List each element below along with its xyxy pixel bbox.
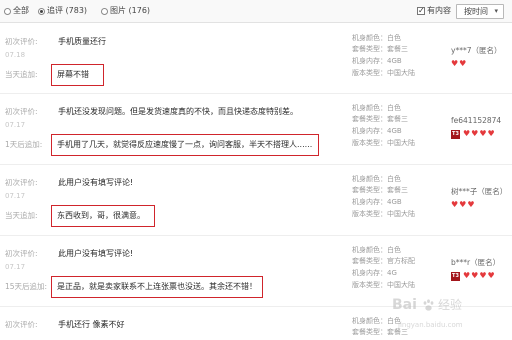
reviewer-name: b***r（匿名）: [451, 258, 501, 267]
credit-heart-icon: ♥: [451, 59, 459, 68]
first-review-text: 手机还行 像素不好: [58, 320, 125, 329]
credit-heart-icon: ♥: [459, 200, 467, 209]
first-review-label: 初次评价:: [5, 249, 38, 258]
sku-attr-package: 套餐类型：官方标配: [352, 257, 415, 265]
reviewer-credit: ♥ ♥ ♥: [451, 200, 475, 210]
radio-circle-icon: [101, 7, 108, 15]
first-review-label: 初次评价:: [5, 178, 38, 187]
sku-attr-version: 版本类型：中国大陆: [352, 281, 415, 289]
filter-append-label: 追评 (783): [47, 6, 88, 15]
filter-all-radio[interactable]: 全部: [4, 5, 29, 17]
chevron-down-icon: ▾: [494, 7, 498, 15]
checkmark-icon: ✓: [418, 6, 425, 15]
credit-heart-icon: ♥: [463, 129, 471, 138]
first-review-label: 初次评价:: [5, 37, 38, 46]
first-review-label: 初次评价:: [5, 107, 38, 116]
watermark-product: 经验: [438, 298, 463, 312]
credit-heart-icon: ♥: [471, 271, 479, 280]
filter-append-radio[interactable]: 追评 (783): [38, 5, 87, 17]
has-content-label[interactable]: 有内容: [427, 5, 451, 17]
review-date: 07.18: [5, 51, 26, 59]
filter-image-radio[interactable]: 图片 (176): [101, 5, 150, 17]
sort-dropdown-value: 按时间: [464, 7, 488, 16]
review-date: 07.17: [5, 263, 26, 271]
credit-heart-icon: ♥: [463, 271, 471, 280]
append-review-highlight: 是正品，就是卖家联系不上连张票也没送。其余还不错！: [51, 276, 263, 298]
sort-dropdown[interactable]: 按时间 ▾: [456, 4, 504, 19]
reviewer-credit: T3 ♥ ♥ ♥ ♥: [451, 129, 495, 139]
credit-heart-icon: ♥: [487, 129, 495, 138]
sku-attr-memory: 机身内存：4GB: [352, 127, 402, 135]
reviewer-name: 树***子（匿名）: [451, 187, 508, 196]
sku-attr-package: 套餐类型：套餐三: [352, 186, 408, 194]
review-date: 07.17: [5, 192, 26, 200]
append-review-label: 1天后追加:: [5, 140, 43, 149]
reviewer-name: fe641152874: [451, 116, 502, 125]
append-review-highlight: 屏幕不错: [51, 64, 104, 86]
radio-circle-icon: [4, 7, 11, 15]
append-review-highlight: 东西收到，哥，很满意。: [51, 205, 155, 227]
append-review-label: 15天后追加:: [5, 282, 48, 291]
filter-all-label: 全部: [13, 6, 29, 15]
sku-attr-version: 版本类型：中国大陆: [352, 210, 415, 218]
review-item: 初次评价: 手机质量还行 07.18 当天追加: 屏幕不错 机身颜色：白色 套餐…: [0, 28, 512, 98]
review-date: 07.17: [5, 121, 26, 129]
first-review-text: 手机还没发现问题。但是发货速度真的不快，而且快递态度特别差。: [58, 107, 298, 116]
reviewer-credit: T3 ♥ ♥ ♥ ♥: [451, 271, 495, 281]
credit-heart-icon: ♥: [467, 200, 475, 209]
sku-attr-memory: 机身内存：4G: [352, 269, 397, 277]
credit-heart-icon: ♥: [479, 129, 487, 138]
first-review-text: 此用户没有填写评论!: [58, 178, 134, 187]
credit-heart-icon: ♥: [459, 59, 467, 68]
first-review-text: 手机质量还行: [58, 37, 106, 46]
append-review-label: 当天追加:: [5, 211, 38, 220]
credit-heart-icon: ♥: [451, 200, 459, 209]
append-review-label: 当天追加:: [5, 70, 38, 79]
sku-attr-version: 版本类型：中国大陆: [352, 69, 415, 77]
sku-attr-package: 套餐类型：套餐三: [352, 115, 408, 123]
review-item: 初次评价: 手机还没发现问题。但是发货速度真的不快，而且快递态度特别差。 07.…: [0, 98, 512, 168]
radio-circle-icon: [38, 7, 45, 15]
baidu-jingyan-watermark: Bai 经验 jingyan.baidu.com: [392, 296, 502, 338]
watermark-brand: Bai: [392, 297, 417, 313]
credit-heart-icon: ♥: [471, 129, 479, 138]
row-divider: [0, 164, 512, 165]
credit-heart-icon: ♥: [479, 271, 487, 280]
has-content-checkbox[interactable]: ✓: [417, 6, 425, 15]
review-list-page: 全部 追评 (783) 图片 (176) ✓ 有内容 按时间 ▾ 初次评价: 手…: [0, 0, 512, 340]
credit-heart-icon: ♥: [487, 271, 495, 280]
append-review-highlight: 手机用了几天，就觉得反应速度慢了一点，询问客服，半天不搭理人......: [51, 134, 319, 156]
row-divider: [0, 235, 512, 236]
reviewer-credit: ♥ ♥: [451, 59, 466, 69]
sku-attr-package: 套餐类型：套餐三: [352, 45, 408, 53]
reviewer-name: y***7（匿名）: [451, 46, 502, 55]
review-filter-bar: 全部 追评 (783) 图片 (176) ✓ 有内容 按时间 ▾: [0, 0, 512, 23]
sku-attr-memory: 机身内存：4GB: [352, 57, 402, 65]
buyer-level-badge: T3: [451, 271, 460, 281]
sku-attr-version: 版本类型：中国大陆: [352, 139, 415, 147]
buyer-level-badge: T3: [451, 129, 460, 139]
first-review-text: 此用户没有填写评论!: [58, 249, 134, 258]
watermark-url: jingyan.baidu.com: [398, 321, 463, 329]
baidu-paw-icon: [423, 299, 434, 311]
sku-attr-memory: 机身内存：4GB: [352, 198, 402, 206]
review-item: 初次评价: 此用户没有填写评论! 07.17 当天追加: 东西收到，哥，很满意。…: [0, 169, 512, 239]
first-review-label: 初次评价:: [5, 320, 38, 329]
filter-image-label: 图片 (176): [110, 6, 151, 15]
row-divider: [0, 93, 512, 94]
